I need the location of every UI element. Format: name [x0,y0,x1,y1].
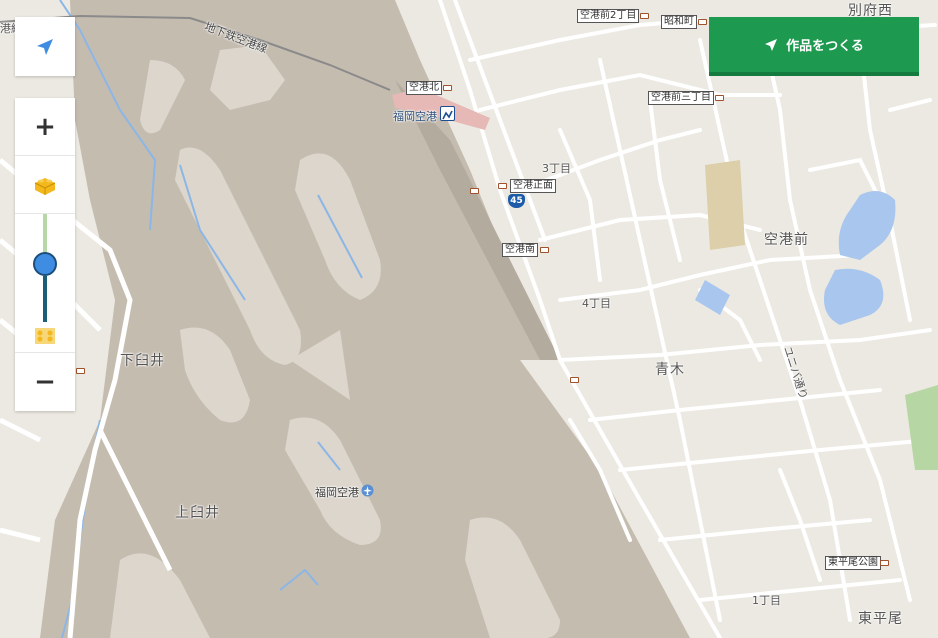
pond-2 [824,268,884,325]
park-area [905,385,938,470]
zoom-slider-track-lower [43,276,47,322]
bus-stop-marker [880,560,889,566]
bus-stop-marker [698,19,707,25]
minus-icon: − [34,367,56,397]
zoom-control: + − [15,98,75,411]
school-ground [705,160,745,250]
bus-stop-marker [640,13,649,19]
bus-stop-marker [570,377,579,383]
bus-stop-kukominami[interactable]: 空港南 [502,243,538,257]
block-view-button[interactable] [15,156,75,214]
place-label-shimousui: 下臼井 [120,353,165,369]
place-label-kamiusui: 上臼井 [175,505,220,521]
flat-brick-icon [35,328,55,344]
place-label-higashihirao: 東平尾 [858,611,903,627]
plus-icon: + [34,111,56,142]
map-canvas[interactable] [0,0,938,638]
brick-block-icon [34,177,56,195]
bus-stop-higashihirao-koen[interactable]: 東平尾公園 [825,556,881,570]
bus-stop-kukomae-3chome[interactable]: 空港前三丁目 [648,91,714,105]
bus-stop-marker [498,183,507,189]
bus-stop-marker [443,85,452,91]
bus-stop-marker [540,247,549,253]
bus-stop-marker [76,368,85,374]
create-work-label: 作品をつくる [786,39,864,54]
station-label[interactable]: 福岡空港 [393,108,437,124]
station-icon[interactable] [440,106,455,121]
place-label-3chome: 3丁目 [542,162,571,175]
place-label-1chome: 1丁目 [752,594,781,607]
zoom-in-button[interactable]: + [15,98,75,156]
route-shield: 45 [508,194,525,208]
zoom-out-button[interactable]: − [15,353,75,411]
place-label-aoki: 青木 [655,362,685,378]
navigate-arrow-icon [37,38,53,55]
bus-stop-kukoshomen[interactable]: 空港正面 [510,179,556,193]
pond-1 [838,191,896,260]
place-label-kukomae: 空港前 [764,232,809,248]
create-work-button[interactable]: 作品をつくる [709,17,919,76]
bus-stop-marker [470,188,479,194]
bus-stop-kukomae-2chome[interactable]: 空港前2丁目 [577,9,640,23]
zoom-slider[interactable] [15,214,75,353]
navigate-arrow-icon [765,38,778,51]
locate-button[interactable] [15,17,75,76]
zoom-slider-handle[interactable] [33,252,57,276]
bus-stop-kukokita[interactable]: 空港北 [406,81,442,95]
bus-stop-marker [715,95,724,101]
locate-control [15,17,75,76]
airport-poi-label[interactable]: 福岡空港 [315,484,359,500]
place-label-4chome: 4丁目 [582,297,611,310]
bus-stop-showamachi[interactable]: 昭和町 [661,15,697,29]
airplane-icon[interactable] [361,484,374,497]
